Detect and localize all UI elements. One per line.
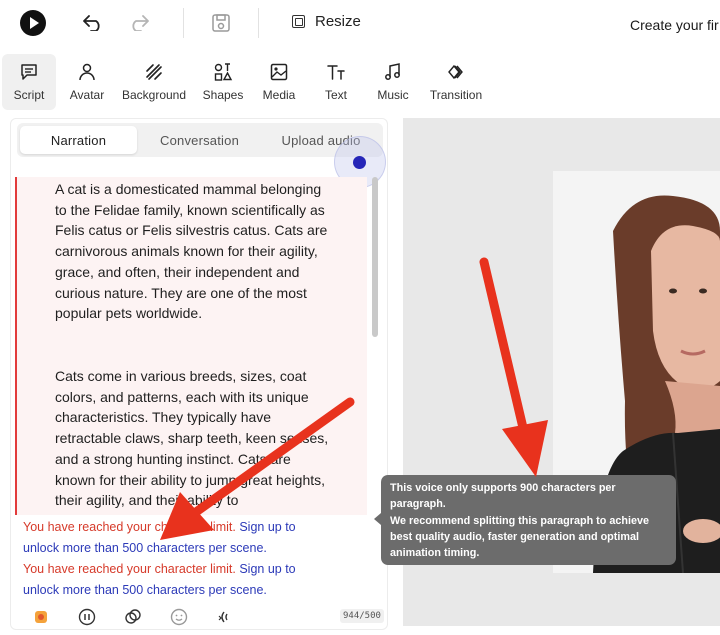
- character-counter: 944/500: [340, 609, 384, 623]
- media-icon: [270, 63, 288, 81]
- sign-up-link[interactable]: Sign up to: [236, 520, 295, 534]
- tool-label: Transition: [429, 88, 483, 102]
- script-paragraph: Cats come in various breeds, sizes, coat…: [55, 368, 329, 509]
- toolbar-divider: [183, 8, 184, 38]
- mouse-cursor: [353, 156, 366, 169]
- script-tabs: Narration Conversation Upload audio: [17, 123, 383, 157]
- tool-background[interactable]: Background: [120, 54, 188, 110]
- logo-icon[interactable]: [20, 10, 46, 36]
- character-limit-warning: You have reached your character limit. S…: [23, 559, 323, 600]
- tool-label: Background: [121, 88, 187, 102]
- emotion-icon[interactable]: [169, 607, 189, 627]
- tool-script[interactable]: Script: [2, 54, 56, 110]
- tab-narration[interactable]: Narration: [20, 126, 137, 154]
- tool-transition[interactable]: Transition: [428, 54, 484, 110]
- tool-label: Music: [377, 88, 409, 102]
- save-icon[interactable]: [208, 10, 234, 36]
- tool-label: Shapes: [202, 88, 244, 102]
- tool-media[interactable]: Media: [256, 54, 302, 110]
- transition-icon: [448, 64, 463, 80]
- voice-limit-tooltip: This voice only supports 900 characters …: [374, 475, 676, 565]
- background-icon: [146, 64, 162, 80]
- script-paragraph: A cat is a domesticated mammal belonging…: [55, 181, 328, 322]
- gesture-icon[interactable]: [123, 607, 143, 627]
- project-title[interactable]: Create your fir: [630, 17, 719, 33]
- tab-conversation[interactable]: Conversation: [141, 126, 258, 154]
- tool-text[interactable]: Text: [314, 54, 358, 110]
- toolbar-divider: [258, 8, 259, 38]
- top-bar: Resize Create your fir: [0, 0, 720, 50]
- text-icon: [327, 65, 345, 80]
- warning-text: You have reached your character limit.: [23, 562, 236, 576]
- shapes-icon: [214, 63, 233, 81]
- script-controls: [29, 607, 389, 629]
- sign-up-link[interactable]: unlock more than 500 characters per scen…: [23, 541, 267, 555]
- tool-shapes[interactable]: Shapes: [198, 54, 248, 110]
- editor-toolbar: Script Avatar Background Shapes Media Te…: [0, 54, 720, 110]
- tool-label: Text: [324, 88, 347, 102]
- scrollbar[interactable]: [371, 177, 379, 347]
- pause-icon[interactable]: [77, 607, 97, 627]
- warning-text: You have reached your character limit.: [23, 520, 236, 534]
- tool-label: Avatar: [69, 88, 105, 102]
- tool-music[interactable]: Music: [370, 54, 416, 110]
- tool-label: Script: [13, 88, 45, 102]
- resize-icon: [292, 15, 305, 28]
- script-icon: [21, 64, 37, 80]
- script-panel: Narration Conversation Upload audio A ca…: [10, 118, 388, 630]
- redo-icon[interactable]: [126, 10, 152, 36]
- resize-label: Resize: [315, 13, 361, 30]
- tooltip-line: This voice only supports 900 characters …: [390, 482, 616, 511]
- script-text-area[interactable]: A cat is a domesticated mammal belonging…: [15, 177, 367, 515]
- tooltip-line: We recommend splitting this paragraph to…: [390, 514, 649, 560]
- tool-label: Media: [262, 88, 296, 102]
- avatar-icon: [79, 63, 95, 81]
- sound-icon[interactable]: [215, 607, 235, 627]
- character-limit-warning: You have reached your character limit. S…: [23, 517, 323, 558]
- undo-icon[interactable]: [80, 10, 106, 36]
- voice-icon[interactable]: [31, 607, 51, 627]
- sign-up-link[interactable]: Sign up to: [236, 562, 295, 576]
- scrollbar-thumb[interactable]: [372, 177, 378, 337]
- sign-up-link[interactable]: unlock more than 500 characters per scen…: [23, 583, 267, 597]
- resize-button[interactable]: Resize: [292, 13, 361, 30]
- tool-avatar[interactable]: Avatar: [62, 54, 112, 110]
- music-icon: [385, 63, 400, 80]
